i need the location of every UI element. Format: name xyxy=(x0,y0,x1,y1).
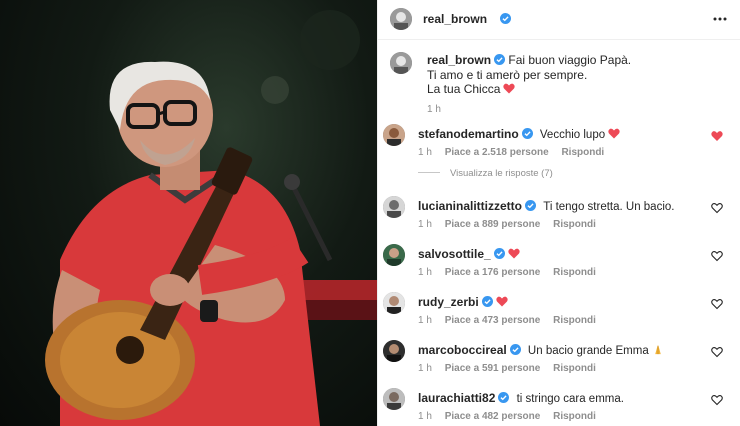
comment-avatar[interactable] xyxy=(383,340,405,362)
red-heart-emoji xyxy=(496,296,508,307)
comment-meta: 1 h Piace a 482 persone Rispondi xyxy=(418,411,606,422)
comment-time: 1 h xyxy=(418,315,432,326)
comment-time: 1 h xyxy=(418,267,432,278)
comment-avatar[interactable] xyxy=(383,124,405,146)
caption-avatar[interactable] xyxy=(390,52,412,74)
comment-line: rudy_zerbi xyxy=(418,295,508,309)
reply-button[interactable]: Rispondi xyxy=(553,315,596,326)
verified-badge-icon xyxy=(509,344,521,355)
more-options-icon[interactable] xyxy=(713,12,727,26)
author-avatar[interactable] xyxy=(390,8,412,30)
heart-outline-icon[interactable] xyxy=(711,346,723,358)
comment-meta: 1 h Piace a 2.518 persone Rispondi xyxy=(418,147,614,158)
comment-meta: 1 h Piace a 889 persone Rispondi xyxy=(418,219,606,230)
view-replies-button[interactable]: Visualizza le risposte (7) xyxy=(418,168,553,179)
comment-item: rudy_zerbi 1 h Piace a 473 persone Rispo… xyxy=(378,292,740,336)
comment-text: Ti tengo stretta. Un bacio. xyxy=(543,201,675,213)
comment-username[interactable]: lucianinalittizzetto xyxy=(418,199,522,213)
author-username[interactable]: real_brown xyxy=(423,12,487,26)
post-photo xyxy=(0,0,377,426)
verified-badge-icon xyxy=(498,392,510,403)
reply-button[interactable]: Rispondi xyxy=(553,363,596,374)
comments-panel: real_brown real_brown Fai buon viaggio P… xyxy=(377,0,740,426)
comment-username[interactable]: rudy_zerbi xyxy=(418,295,479,309)
comment-time: 1 h xyxy=(418,147,432,158)
replies-dash xyxy=(418,172,440,173)
post-header: real_brown xyxy=(378,0,740,40)
comment-likes[interactable]: Piace a 473 persone xyxy=(445,315,541,326)
comment-line: marcoboccireal Un bacio grande Emma xyxy=(418,343,664,357)
verified-badge-icon xyxy=(481,296,493,307)
reply-button[interactable]: Rispondi xyxy=(553,219,596,230)
comment-username[interactable]: stefanodemartino xyxy=(418,127,519,141)
comment-time: 1 h xyxy=(418,411,432,422)
caption-time: 1 h xyxy=(427,103,441,115)
comment-item: marcoboccireal Un bacio grande Emma 1 h … xyxy=(378,340,740,384)
comment-username[interactable]: laurachiatti82 xyxy=(418,391,495,405)
post-caption: real_brown Fai buon viaggio Papà. Ti amo… xyxy=(378,44,740,117)
comment-likes[interactable]: Piace a 889 persone xyxy=(445,219,541,230)
comment-time: 1 h xyxy=(418,363,432,374)
red-heart-emoji xyxy=(508,248,520,259)
comment-likes[interactable]: Piace a 482 persone xyxy=(445,411,541,422)
view-replies-label: Visualizza le risposte (7) xyxy=(450,168,553,179)
caption-username[interactable]: real_brown xyxy=(427,53,491,67)
comment-avatar[interactable] xyxy=(383,244,405,266)
liked-heart-icon[interactable] xyxy=(711,130,723,142)
comment-username[interactable]: marcoboccireal xyxy=(418,343,507,357)
comment-line: stefanodemartino Vecchio lupo xyxy=(418,127,620,141)
heart-outline-icon[interactable] xyxy=(711,250,723,262)
comment-meta: 1 h Piace a 473 persone Rispondi xyxy=(418,315,606,326)
caption-line: La tua Chicca xyxy=(427,82,501,96)
verified-badge-icon xyxy=(494,54,506,65)
comment-avatar[interactable] xyxy=(383,292,405,314)
caption-text: real_brown Fai buon viaggio Papà. Ti amo… xyxy=(427,53,727,117)
comment-item: laurachiatti82 ti stringo cara emma. 1 h… xyxy=(378,388,740,426)
red-heart-emoji xyxy=(608,128,620,139)
reply-button[interactable]: Rispondi xyxy=(561,147,604,158)
verified-badge-icon xyxy=(521,128,533,139)
heart-outline-icon[interactable] xyxy=(711,394,723,406)
verified-badge-icon xyxy=(500,13,511,24)
verified-badge-icon xyxy=(493,248,505,259)
comment-item: salvosottile_ 1 h Piace a 176 persone Ri… xyxy=(378,244,740,288)
caption-line: Ti amo e ti amerò per sempre. xyxy=(427,67,588,82)
verified-badge-icon xyxy=(525,200,537,211)
comment-meta: 1 h Piace a 176 persone Rispondi xyxy=(418,267,606,278)
comment-text: Vecchio lupo xyxy=(539,129,606,141)
comment-text: ti stringo cara emma. xyxy=(516,393,624,405)
comment-likes[interactable]: Piace a 176 persone xyxy=(445,267,541,278)
comment-line: salvosottile_ xyxy=(418,247,520,261)
comment-time: 1 h xyxy=(418,219,432,230)
comment-likes[interactable]: Piace a 591 persone xyxy=(445,363,541,374)
folded-hands-emoji xyxy=(654,345,661,355)
comment-username[interactable]: salvosottile_ xyxy=(418,247,491,261)
comment-item: stefanodemartino Vecchio lupo 1 h Piace … xyxy=(378,124,740,168)
comment-meta: 1 h Piace a 591 persone Rispondi xyxy=(418,363,606,374)
comment-text: Un bacio grande Emma xyxy=(527,345,649,357)
heart-outline-icon[interactable] xyxy=(711,298,723,310)
comment-avatar[interactable] xyxy=(383,196,405,218)
comment-line: lucianinalittizzetto Ti tengo stretta. U… xyxy=(418,199,674,213)
reply-button[interactable]: Rispondi xyxy=(553,411,596,422)
comment-likes[interactable]: Piace a 2.518 persone xyxy=(445,147,549,158)
reply-button[interactable]: Rispondi xyxy=(553,267,596,278)
caption-line: Fai buon viaggio Papà. xyxy=(508,53,632,67)
comment-avatar[interactable] xyxy=(383,388,405,410)
comment-line: laurachiatti82 ti stringo cara emma. xyxy=(418,391,624,405)
heart-outline-icon[interactable] xyxy=(711,202,723,214)
red-heart-emoji xyxy=(503,83,516,94)
comment-item: lucianinalittizzetto Ti tengo stretta. U… xyxy=(378,196,740,240)
